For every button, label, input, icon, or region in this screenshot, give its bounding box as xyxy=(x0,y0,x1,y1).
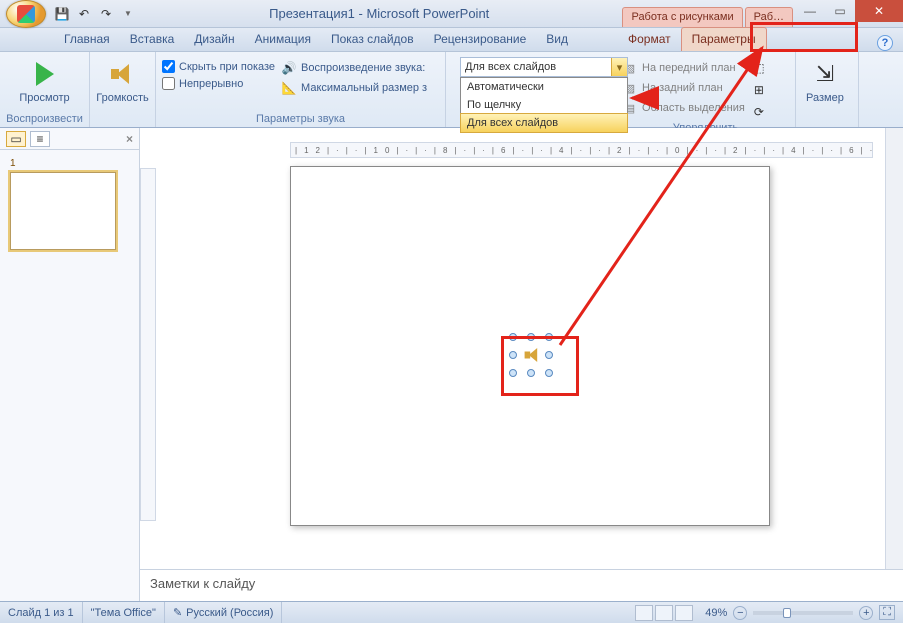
thumb-tab-outline[interactable]: ≡ xyxy=(30,131,50,147)
window-controls: — ▭ ✕ xyxy=(795,0,903,27)
size-icon: ⇲ xyxy=(809,58,841,90)
hide-label: Скрыть при показе xyxy=(179,61,275,73)
tab-view[interactable]: Вид xyxy=(536,28,578,51)
sound-object[interactable] xyxy=(513,337,549,373)
notes-pane[interactable]: Заметки к слайду xyxy=(140,569,903,601)
tab-home[interactable]: Главная xyxy=(54,28,120,51)
chevron-down-icon[interactable]: ▾ xyxy=(611,58,627,76)
work-area: ▭ ≡ × 1 |12|·|·|10|·|·|8|·|·|6|·|·|4|·|·… xyxy=(0,128,903,601)
undo-icon[interactable]: ↶ xyxy=(76,6,92,22)
group-play-label: Воспроизвести xyxy=(6,111,83,125)
spellcheck-icon: ✎ xyxy=(173,606,182,619)
tab-parameters[interactable]: Параметры xyxy=(681,27,767,51)
view-buttons xyxy=(629,605,699,621)
loop-checkbox[interactable]: Непрерывно xyxy=(162,77,275,90)
view-slideshow-button[interactable] xyxy=(675,605,693,621)
zoom-in-button[interactable]: + xyxy=(859,606,873,620)
contextual-tab-group: Работа с рисунками Раб… xyxy=(622,0,795,27)
view-sorter-button[interactable] xyxy=(655,605,673,621)
slide-editor: |12|·|·|10|·|·|8|·|·|6|·|·|4|·|·|2|·|·|0… xyxy=(140,128,903,601)
dd-item-all-slides[interactable]: Для всех слайдов xyxy=(460,113,628,133)
thumb-pane-tabs: ▭ ≡ × xyxy=(0,128,139,150)
tab-design[interactable]: Дизайн xyxy=(184,28,244,51)
group-arrange: ▧На передний план ▨На задний план ▤Облас… xyxy=(616,52,796,127)
align-icon[interactable]: ⬚ xyxy=(751,60,767,76)
window-title: Презентация1 - Microsoft PowerPoint xyxy=(136,6,622,21)
slide-thumbnail-1[interactable]: 1 xyxy=(10,158,129,253)
play-sound-dropdown[interactable]: Для всех слайдов ▾ Автоматически По щелч… xyxy=(460,57,628,77)
preview-button[interactable]: Просмотр xyxy=(15,56,73,106)
vertical-ruler xyxy=(140,168,156,521)
dd-item-auto[interactable]: Автоматически xyxy=(461,78,627,96)
vertical-scrollbar[interactable] xyxy=(885,128,903,569)
preview-label: Просмотр xyxy=(19,92,69,104)
group-size: ⇲ Размер xyxy=(796,52,859,127)
play-sound-label: Воспроизведение звука: xyxy=(301,62,425,74)
bring-to-front-button[interactable]: ▧На передний план xyxy=(622,60,745,76)
ribbon: Просмотр Воспроизвести Громкость Скрыть … xyxy=(0,52,903,128)
loop-label: Непрерывно xyxy=(179,78,243,90)
rotate-icon[interactable]: ⟳ xyxy=(751,104,767,120)
speaker-icon xyxy=(107,58,139,90)
combo-selected: Для всех слайдов xyxy=(465,61,556,73)
thumb-number: 1 xyxy=(10,158,22,169)
group-play: Просмотр Воспроизвести xyxy=(0,52,90,127)
thumb-preview xyxy=(10,172,116,250)
slide-thumbnail-pane: ▭ ≡ × 1 xyxy=(0,128,140,601)
zoom-value[interactable]: 49% xyxy=(705,607,727,619)
status-slide: Слайд 1 из 1 xyxy=(0,602,83,623)
horizontal-ruler: |12|·|·|10|·|·|8|·|·|6|·|·|4|·|·|2|·|·|0… xyxy=(290,142,873,158)
group-sound-options: Скрыть при показе Непрерывно 🔊 Воспроизв… xyxy=(156,52,446,127)
hide-during-show-checkbox[interactable]: Скрыть при показе xyxy=(162,60,275,73)
save-icon[interactable]: 💾 xyxy=(54,6,70,22)
qat-dropdown-icon[interactable]: ▼ xyxy=(120,6,136,22)
view-normal-button[interactable] xyxy=(635,605,653,621)
volume-button[interactable]: Громкость xyxy=(92,56,152,106)
close-button[interactable]: ✕ xyxy=(855,0,903,22)
speaker-object-icon xyxy=(521,345,545,365)
size-label: Размер xyxy=(806,92,844,104)
status-right: 49% − + ⛶ xyxy=(621,605,903,621)
send-to-back-button[interactable]: ▨На задний план xyxy=(622,80,745,96)
context-tab-pictures[interactable]: Работа с рисунками xyxy=(622,7,742,27)
volume-label: Громкость xyxy=(96,92,148,104)
ribbon-tabs: Главная Вставка Дизайн Анимация Показ сл… xyxy=(0,28,903,52)
fit-to-window-button[interactable]: ⛶ xyxy=(879,605,895,620)
redo-icon[interactable]: ↷ xyxy=(98,6,114,22)
zoom-out-button[interactable]: − xyxy=(733,606,747,620)
play-icon xyxy=(29,58,61,90)
tab-animation[interactable]: Анимация xyxy=(245,28,321,51)
tab-format[interactable]: Формат xyxy=(618,28,681,51)
tab-slideshow[interactable]: Показ слайдов xyxy=(321,28,424,51)
thumb-tab-slides[interactable]: ▭ xyxy=(6,131,26,147)
slide-canvas[interactable] xyxy=(290,166,770,526)
office-button[interactable] xyxy=(6,0,46,28)
max-size-label: Максимальный размер з xyxy=(301,82,427,94)
sound-play-icon: 🔊 xyxy=(281,60,297,76)
restore-button[interactable]: ▭ xyxy=(825,0,855,22)
group-icon[interactable]: ⊞ xyxy=(751,82,767,98)
tab-review[interactable]: Рецензирование xyxy=(424,28,537,51)
play-sound-dropdown-list: Автоматически По щелчку Для всех слайдов xyxy=(460,77,628,133)
title-bar: 💾 ↶ ↷ ▼ Презентация1 - Microsoft PowerPo… xyxy=(0,0,903,28)
selection-pane-button[interactable]: ▤Область выделения xyxy=(622,100,745,116)
tab-insert[interactable]: Вставка xyxy=(120,28,185,51)
thumb-pane-close-icon[interactable]: × xyxy=(126,132,133,146)
group-sound-label: Параметры звука xyxy=(162,111,439,125)
status-lang[interactable]: ✎ Русский (Россия) xyxy=(165,602,283,623)
zoom-slider[interactable] xyxy=(753,611,853,615)
hide-checkbox-input[interactable] xyxy=(162,60,175,73)
context-tab-more[interactable]: Раб… xyxy=(745,7,793,27)
loop-checkbox-input[interactable] xyxy=(162,77,175,90)
max-size-icon: 📐 xyxy=(281,80,297,96)
play-sound-combo[interactable]: Для всех слайдов ▾ xyxy=(460,57,628,77)
group-volume: Громкость xyxy=(90,52,156,127)
size-button[interactable]: ⇲ Размер xyxy=(802,56,848,106)
dd-item-click[interactable]: По щелчку xyxy=(461,96,627,114)
help-icon[interactable]: ? xyxy=(877,35,893,51)
quick-access-toolbar: 💾 ↶ ↷ ▼ xyxy=(54,6,136,22)
minimize-button[interactable]: — xyxy=(795,0,825,22)
status-theme: "Тема Office" xyxy=(83,602,165,623)
status-bar: Слайд 1 из 1 "Тема Office" ✎ Русский (Ро… xyxy=(0,601,903,623)
